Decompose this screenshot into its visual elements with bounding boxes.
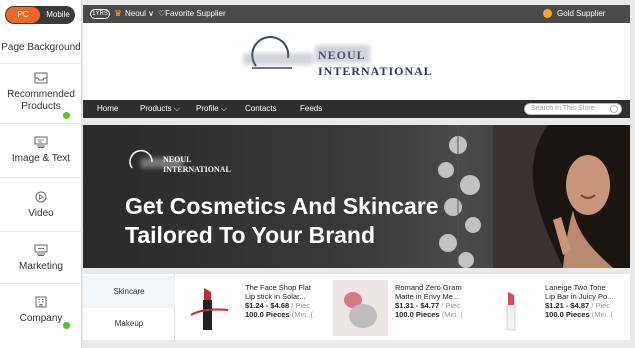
product-card[interactable]: Romand Zero Gram Matte in Envy Me... $1.… [333,280,478,336]
store-nav: Home Products ⌵ Profile ⌵ Contacts Feeds… [83,100,630,118]
product-info: The Face Shop Flat Lip stick in Solar...… [245,283,328,319]
chevron-down-icon: ⌵ [220,104,227,113]
search-placeholder: Search In This Store [531,105,595,112]
nav-profile-label: Profile [196,104,219,113]
status-dot [63,112,70,119]
product-title: Laneige Two Tone [545,283,606,292]
gold-medal-icon [543,9,552,18]
sidebar-item-marketing[interactable]: Marketing [0,232,82,284]
crown-icon: ♛ [114,8,123,18]
price-unit: / Piec [291,301,311,310]
product-showcase: Skincare Makeup The Face Shop Flat Lip s… [83,274,630,340]
nav-contacts[interactable]: Contacts [245,104,277,113]
nav-products[interactable]: Products ⌵ [140,104,180,114]
blurred-region [315,45,370,63]
editor-sidebar: PC Mobile Page Background Recommended Pr… [0,0,82,348]
product-price: $1.31 - $4.77 [395,301,440,310]
mobile-toggle-option[interactable]: Mobile [42,6,74,24]
price-unit: / Piec [441,301,461,310]
favorite-label: Favorite Supplier [165,9,226,18]
product-card[interactable]: Laneige Two Tone Lip Bar in Juicy Po... … [483,280,628,336]
store-search-input[interactable]: Search In This Store [524,103,622,115]
product-price: $1.21 - $4.87 [545,301,590,310]
favorite-supplier-link[interactable]: ♡Favorite Supplier [158,9,226,18]
hero-banner: NEOUL INTERNATIONAL Get Cosmetics And Sk… [83,125,630,268]
lip-tint-image [333,280,388,336]
chevron-down-icon: ∨ [148,9,154,18]
device-toggle[interactable]: PC Mobile [5,6,75,24]
company-name-text: Neoul [125,9,146,18]
nav-products-label: Products [140,104,172,113]
moq-note: (Min. ( [291,310,313,319]
lipstick-image [183,280,238,336]
banner-headline: Get Cosmetics And Skincare Tailored To Y… [125,192,439,250]
product-title: Matte in Envy Me... [395,292,460,301]
marketing-icon [34,244,48,256]
sidebar-item-video[interactable]: Video [0,178,82,232]
pc-toggle-option[interactable]: PC [6,7,40,23]
product-moq: 100.0 Pieces [395,310,440,319]
sidebar-item-label: Video [28,208,54,219]
supplier-topbar: 1YRS ♛ Neoul ∨ ♡Favorite Supplier Gold S… [83,5,630,23]
product-moq: 100.0 Pieces [545,310,590,319]
nav-home[interactable]: Home [97,104,118,113]
sidebar-item-page-background[interactable]: Page Background [0,32,82,64]
category-tab-skincare[interactable]: Skincare [83,276,175,308]
product-price: $1.24 - $4.68 [245,301,290,310]
sidebar-item-company[interactable]: Company [0,284,82,340]
nav-feeds[interactable]: Feeds [300,104,322,113]
flowers-image [438,125,481,268]
store-header: NEOUL INTERNATIONAL [83,23,630,100]
gold-supplier-badge: Gold Supplier [557,9,606,18]
model-portrait-image [493,125,630,268]
product-title: The Face Shop Flat [245,283,311,292]
logo-line-2: INTERNATIONAL [318,64,433,78]
company-name[interactable]: Neoul ∨ [125,9,154,18]
sidebar-item-label: Recommended [7,89,75,100]
moq-note: (Min. ( [441,310,463,319]
banner-logo-text: NEOUL INTERNATIONAL [163,155,231,175]
category-tab-makeup[interactable]: Makeup [83,308,175,340]
product-info: Romand Zero Gram Matte in Envy Me... $1.… [395,283,478,319]
sidebar-item-label: Image & Text [11,153,71,164]
nav-profile[interactable]: Profile ⌵ [196,104,227,114]
lip-bar-image [483,280,538,336]
image-text-icon [34,136,48,148]
price-unit: / Piec [591,301,611,310]
category-list: Skincare Makeup [83,274,175,340]
sidebar-item-image-text[interactable]: Image & Text [0,124,82,178]
product-title: Romand Zero Gram [395,283,462,292]
status-dot [63,322,70,329]
company-icon [35,296,47,308]
banner-logo-line-1: NEOUL [163,155,192,164]
sidebar-item-recommended-products[interactable]: Recommended Products [0,64,82,124]
chevron-down-icon: ⌵ [173,104,180,113]
moq-note: (Min. ( [591,310,613,319]
product-card[interactable]: The Face Shop Flat Lip stick in Solar...… [183,280,328,336]
banner-logo-line-2: INTERNATIONAL [163,165,231,174]
headline-line-1: Get Cosmetics And Skincare [125,193,439,219]
store-editor: PC Mobile Page Background Recommended Pr… [0,0,635,348]
headline-line-2: Tailored To Your Brand [125,222,376,248]
product-title: Lip Bar in Juicy Po... [545,292,614,301]
sidebar-item-label: Products [21,101,61,112]
product-moq: 100.0 Pieces [245,310,290,319]
sidebar-item-label: Page Background [1,42,81,53]
sidebar-item-label: Marketing [19,261,63,272]
blurred-region [243,53,313,65]
product-title: Lip stick in Solar... [245,292,306,301]
video-play-icon [35,191,47,203]
search-icon[interactable] [610,105,618,113]
years-badge: 1YRS [90,9,110,19]
inbox-icon [34,72,48,84]
product-info: Laneige Two Tone Lip Bar in Juicy Po... … [545,283,628,319]
